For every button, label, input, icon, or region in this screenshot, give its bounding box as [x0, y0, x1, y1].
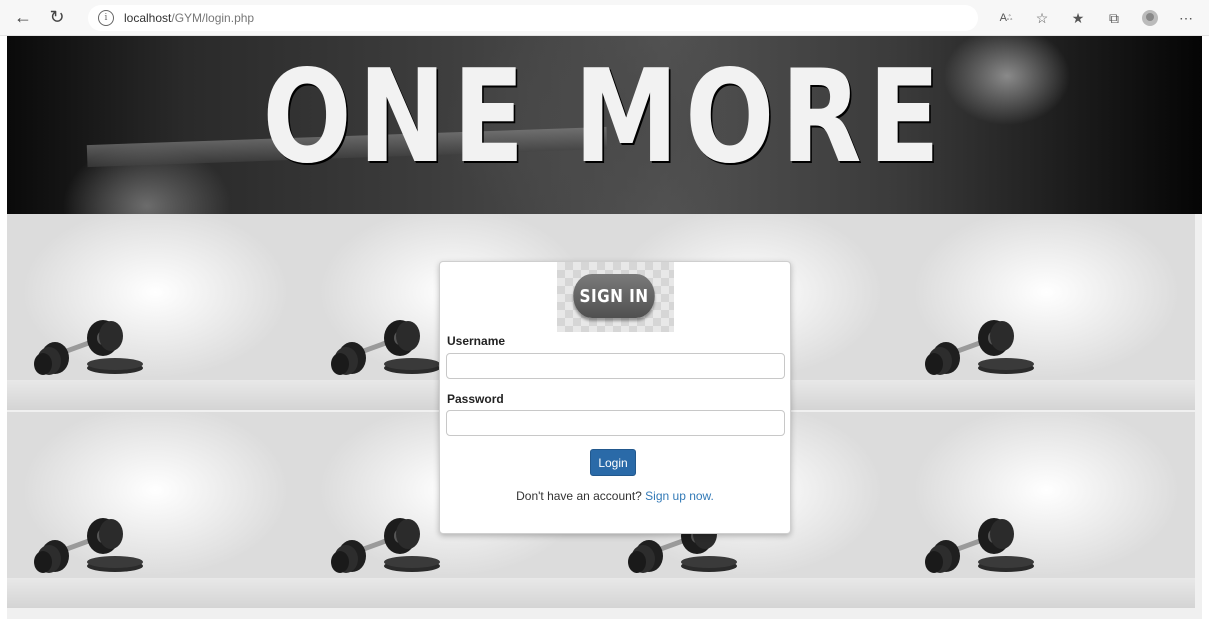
url-path: /GYM/login.php — [171, 10, 255, 25]
username-label: Username — [447, 334, 506, 348]
dumbbell-image — [34, 518, 143, 573]
tile-floor — [7, 380, 304, 410]
tile-floor — [304, 578, 601, 608]
tile-floor — [898, 380, 1195, 410]
password-input[interactable] — [446, 410, 785, 436]
more-icon[interactable]: ⋯ — [1173, 5, 1199, 31]
background-tile — [7, 412, 304, 608]
hero-banner: ONE MORE — [7, 36, 1202, 214]
dumbbell-image — [331, 320, 440, 375]
signup-link[interactable]: Sign up now. — [645, 489, 714, 503]
url-host: localhost — [124, 10, 172, 25]
read-aloud-icon[interactable]: Aஃ — [993, 5, 1019, 31]
info-icon[interactable]: i — [98, 9, 114, 26]
login-card: SIGN IN Username Password Login Don't ha… — [439, 261, 791, 534]
address-bar[interactable]: i localhost/GYM/login.php — [88, 4, 978, 31]
add-favorite-icon[interactable]: ☆ — [1029, 5, 1055, 31]
tile-floor — [898, 578, 1195, 608]
signup-prompt-row: Don't have an account? Sign up now. — [440, 489, 790, 503]
background-tile — [7, 214, 304, 410]
back-arrow-icon[interactable]: ← — [10, 5, 36, 31]
collections-icon[interactable]: ⧉ — [1101, 5, 1127, 31]
dumbbell-image — [331, 518, 440, 573]
background-tile — [898, 214, 1195, 410]
dumbbell-image — [925, 518, 1034, 573]
browser-toolbar: ← ↻ i localhost/GYM/login.php Aஃ ☆ ★ ⧉ ⋯ — [0, 0, 1209, 36]
dumbbell-image — [34, 320, 143, 375]
tile-floor — [7, 578, 304, 608]
favorites-icon[interactable]: ★ — [1065, 5, 1091, 31]
background-tile — [898, 412, 1195, 608]
profile-icon[interactable] — [1137, 5, 1163, 31]
tile-floor — [601, 578, 898, 608]
signin-badge: SIGN IN — [557, 262, 674, 332]
signup-prompt: Don't have an account? — [516, 489, 642, 503]
password-label: Password — [447, 392, 504, 406]
refresh-icon[interactable]: ↻ — [44, 5, 70, 31]
username-input[interactable] — [446, 353, 785, 379]
banner-title: ONE MORE — [262, 43, 947, 192]
signin-heading: SIGN IN — [573, 274, 655, 318]
dumbbell-image — [925, 320, 1034, 375]
login-button[interactable]: Login — [590, 449, 636, 476]
